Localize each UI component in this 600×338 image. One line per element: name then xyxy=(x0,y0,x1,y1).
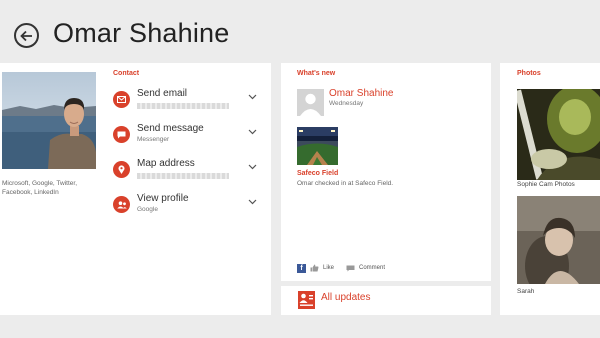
contact-section-label: Contact xyxy=(113,70,140,77)
send-message-label: Send message xyxy=(137,123,204,134)
photos-panel: Photos Sophie Cam Photos Sarah xyxy=(500,63,600,315)
post-date: Wednesday xyxy=(329,100,364,107)
profile-photo xyxy=(2,72,96,169)
photo-thumbnail[interactable] xyxy=(517,89,600,180)
whats-new-label: What's new xyxy=(297,70,336,77)
updates-icon xyxy=(298,291,315,309)
social-actions: f Like Comment xyxy=(297,263,385,273)
send-message-sub: Messenger xyxy=(137,136,170,143)
all-updates-button[interactable]: All updates xyxy=(281,286,491,315)
post-author[interactable]: Omar Shahine xyxy=(329,88,393,99)
like-icon[interactable] xyxy=(310,264,319,272)
checkin-photo[interactable] xyxy=(297,127,338,165)
photo-caption: Sarah xyxy=(517,288,535,295)
map-address-label: Map address xyxy=(137,158,195,169)
email-icon xyxy=(113,91,130,108)
checkin-text: Omar checked in at Safeco Field. xyxy=(297,180,394,187)
people-icon xyxy=(113,196,130,213)
chevron-down-icon[interactable] xyxy=(248,94,257,100)
comment-link[interactable]: Comment xyxy=(359,265,385,271)
email-address-redacted xyxy=(137,103,229,109)
send-message-row[interactable]: Send message Messenger xyxy=(113,123,263,151)
all-updates-label: All updates xyxy=(321,292,371,303)
send-email-row[interactable]: Send email xyxy=(113,88,263,116)
map-pin-icon xyxy=(113,161,130,178)
avatar xyxy=(297,89,324,116)
comment-icon[interactable] xyxy=(346,265,355,272)
chevron-down-icon[interactable] xyxy=(248,199,257,205)
message-icon xyxy=(113,126,130,143)
profile-networks: Microsoft, Google, Twitter, Facebook, Li… xyxy=(2,180,78,196)
photo-thumbnail[interactable] xyxy=(517,196,600,284)
page-title: Omar Shahine xyxy=(53,18,230,48)
back-button[interactable] xyxy=(14,23,39,48)
checkin-place[interactable]: Safeco Field xyxy=(297,170,338,177)
map-address-row[interactable]: Map address xyxy=(113,158,263,186)
view-profile-sub: Google xyxy=(137,206,158,213)
view-profile-label: View profile xyxy=(137,193,189,204)
send-email-label: Send email xyxy=(137,88,188,99)
chevron-down-icon[interactable] xyxy=(248,164,257,170)
whats-new-panel: What's new Omar Shahine Wednesday Safeco… xyxy=(281,63,491,281)
facebook-icon: f xyxy=(297,263,306,273)
photo-caption: Sophie Cam Photos xyxy=(517,181,575,188)
contact-panel: Microsoft, Google, Twitter, Facebook, Li… xyxy=(0,63,271,315)
address-redacted xyxy=(137,173,229,179)
view-profile-row[interactable]: View profile Google xyxy=(113,193,263,221)
photos-label: Photos xyxy=(517,70,541,77)
like-link[interactable]: Like xyxy=(323,265,334,271)
chevron-down-icon[interactable] xyxy=(248,129,257,135)
back-arrow-icon xyxy=(20,30,32,41)
